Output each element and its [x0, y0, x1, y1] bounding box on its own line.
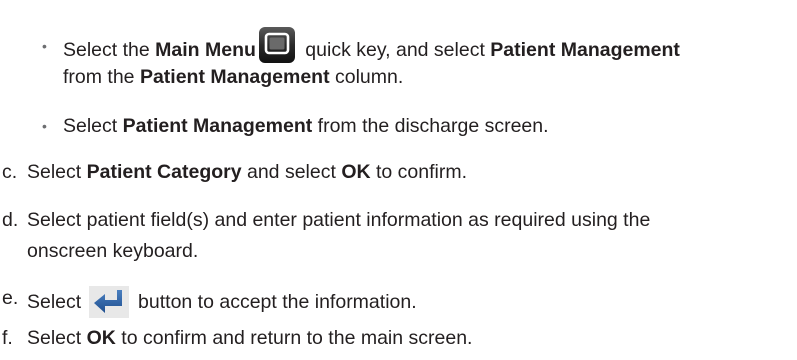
- bullet-item-discharge: Select Patient Management from the disch…: [63, 115, 549, 137]
- main-menu-key-icon: [258, 26, 296, 64]
- step-letter-c: c.: [2, 161, 18, 183]
- step-d-line2: onscreen keyboard.: [27, 240, 199, 262]
- step-d-line1: Select patient field(s) and enter patien…: [27, 209, 651, 231]
- enter-arrow-icon: [88, 286, 129, 318]
- bullet-marker: •: [42, 118, 47, 134]
- step-c: Select Patient Category and select OK to…: [27, 161, 468, 183]
- step-f: Select OK to confirm and return to the m…: [27, 327, 473, 349]
- bullet-item-continuation: from the Patient Management column.: [63, 66, 404, 88]
- step-letter-f: f.: [2, 327, 13, 349]
- bullet-marker: •: [42, 38, 47, 54]
- step-letter-e: e.: [2, 287, 19, 309]
- bullet-item-main-menu: Select the Main Menu quick key, and sele…: [63, 27, 680, 64]
- step-letter-d: d.: [2, 209, 19, 231]
- step-e: Select button to accept the information.: [27, 286, 417, 318]
